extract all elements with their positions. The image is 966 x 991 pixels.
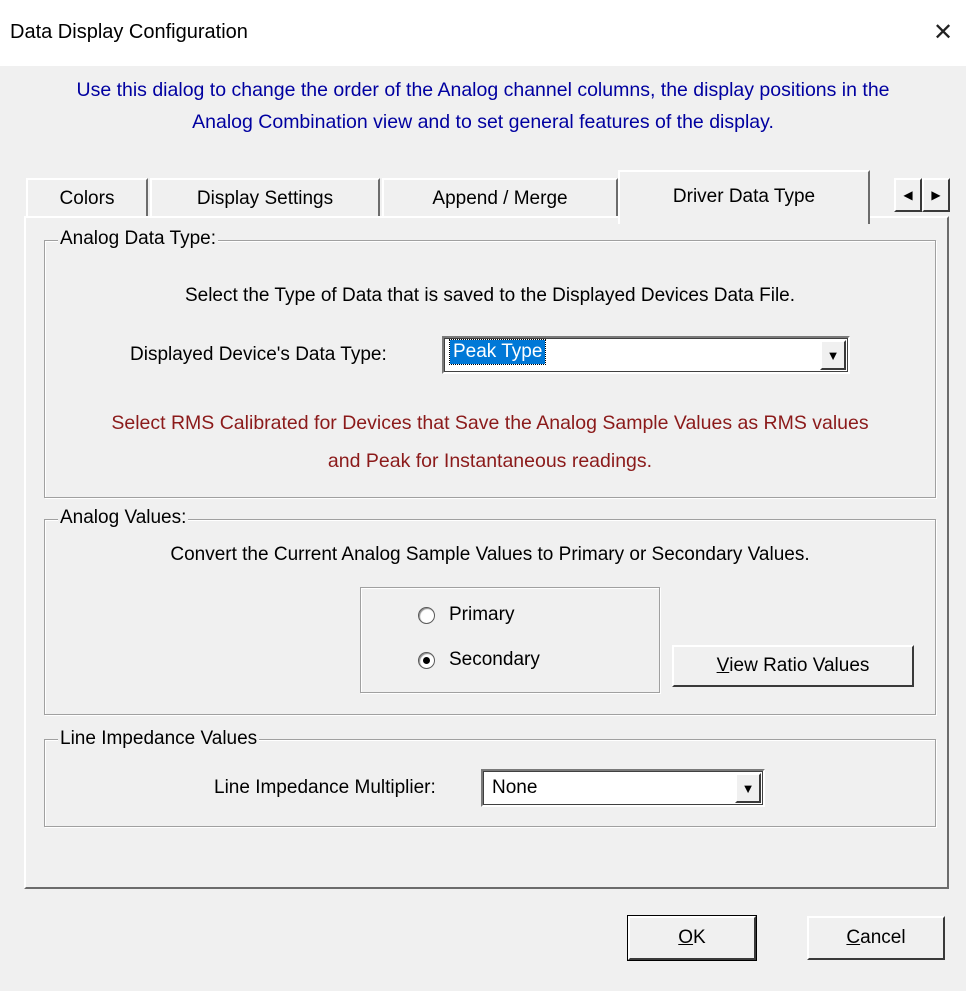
data-type-field-label: Displayed Device's Data Type: bbox=[130, 344, 387, 365]
cancel-accel: C bbox=[846, 927, 861, 948]
tab-driver-data-type[interactable]: Driver Data Type bbox=[618, 170, 870, 224]
cancel-button[interactable]: Cancel bbox=[807, 916, 945, 960]
close-icon[interactable]: ✕ bbox=[928, 14, 958, 50]
line-impedance-select[interactable]: None ▼ bbox=[481, 769, 765, 807]
radio-primary-dot[interactable] bbox=[418, 606, 435, 624]
line-impedance-field-label: Line Impedance Multiplier: bbox=[214, 777, 436, 798]
view-ratio-label: iew Ratio Values bbox=[729, 655, 870, 676]
intro-text: Use this dialog to change the order of t… bbox=[20, 74, 946, 138]
ok-accel: O bbox=[678, 927, 694, 948]
data-type-selected-value: Peak Type bbox=[448, 339, 547, 365]
chevron-down-icon[interactable]: ▼ bbox=[735, 773, 761, 803]
tab-append-merge-label: Append / Merge bbox=[432, 188, 568, 209]
radio-secondary[interactable]: Secondary bbox=[418, 649, 540, 671]
title-bar: Data Display Configuration ✕ bbox=[0, 0, 966, 66]
analog-values-group-label: Analog Values: bbox=[58, 507, 189, 529]
line-impedance-group-label: Line Impedance Values bbox=[58, 728, 260, 750]
analog-values-description: Convert the Current Analog Sample Values… bbox=[170, 544, 810, 565]
radio-primary[interactable]: Primary bbox=[418, 604, 514, 626]
arrow-left-icon[interactable]: ◀ bbox=[894, 178, 922, 212]
radio-primary-label: Primary bbox=[449, 604, 515, 625]
note-line-1: Select RMS Calibrated for Devices that S… bbox=[111, 412, 869, 434]
data-type-select[interactable]: Peak Type ▼ bbox=[442, 336, 850, 374]
radio-secondary-label: Secondary bbox=[449, 649, 540, 670]
radio-secondary-dot[interactable] bbox=[418, 651, 435, 669]
tab-display-settings-label: Display Settings bbox=[196, 188, 334, 209]
intro-line-1: Use this dialog to change the order of t… bbox=[76, 79, 890, 101]
window-title: Data Display Configuration bbox=[10, 21, 248, 43]
chevron-down-icon[interactable]: ▼ bbox=[820, 340, 846, 370]
note-line-2: and Peak for Instantaneous readings. bbox=[327, 450, 653, 472]
arrow-right-icon[interactable]: ▶ bbox=[922, 178, 950, 212]
tab-colors[interactable]: Colors bbox=[26, 178, 148, 216]
tab-append-merge[interactable]: Append / Merge bbox=[382, 178, 618, 216]
analog-data-type-group-label: Analog Data Type: bbox=[58, 228, 218, 250]
view-ratio-accel: V bbox=[716, 655, 730, 676]
primary-secondary-box bbox=[360, 587, 660, 693]
tab-colors-label: Colors bbox=[59, 188, 115, 209]
analog-data-type-note: Select RMS Calibrated for Devices that S… bbox=[44, 404, 936, 480]
view-ratio-values-button[interactable]: View Ratio Values bbox=[672, 645, 914, 687]
line-impedance-selected-value: None bbox=[492, 777, 538, 798]
tab-driver-data-type-label: Driver Data Type bbox=[672, 186, 816, 207]
cancel-label: ancel bbox=[860, 927, 906, 948]
ok-button[interactable]: OK bbox=[627, 915, 757, 961]
tab-display-settings[interactable]: Display Settings bbox=[150, 178, 380, 216]
intro-line-2: Analog Combination view and to set gener… bbox=[192, 111, 774, 133]
ok-label: K bbox=[693, 927, 706, 948]
analog-data-type-description: Select the Type of Data that is saved to… bbox=[184, 285, 796, 306]
